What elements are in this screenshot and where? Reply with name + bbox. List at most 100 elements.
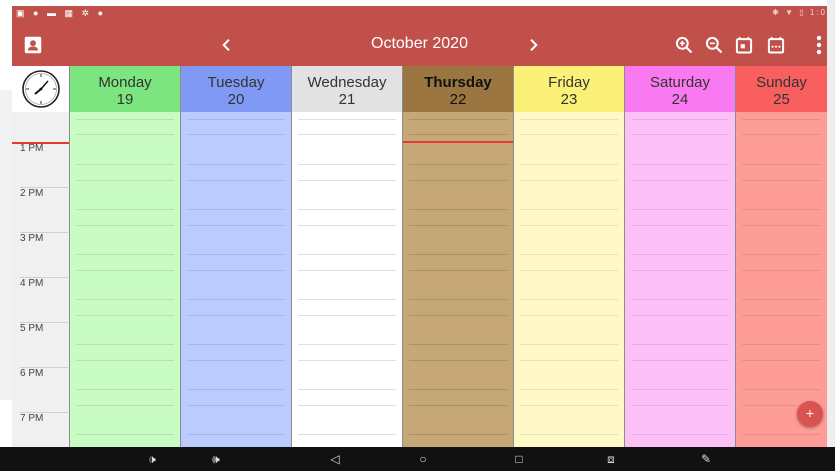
day-column-sunday[interactable] xyxy=(735,112,827,447)
half-slot-line xyxy=(298,180,396,181)
slot-line xyxy=(409,164,507,165)
zoom-in-button[interactable] xyxy=(670,24,698,66)
slot-line xyxy=(298,299,396,300)
slot-line xyxy=(76,389,174,390)
half-slot-line xyxy=(298,225,396,226)
slot-line xyxy=(298,209,396,210)
slot-line xyxy=(631,254,729,255)
day-column-monday[interactable] xyxy=(69,112,180,447)
current-time-indicator xyxy=(12,142,69,144)
message-icon: ▬ xyxy=(46,8,59,18)
slot-line xyxy=(76,119,174,120)
day-header-sunday[interactable]: Sunday 25 xyxy=(735,66,827,112)
grid-icon: ▦ xyxy=(64,8,77,18)
pen-button[interactable]: ✎ xyxy=(694,447,718,471)
time-label: 2 PM xyxy=(20,188,44,199)
day-number: 20 xyxy=(227,91,245,108)
slot-line xyxy=(187,254,285,255)
half-slot-line xyxy=(76,180,174,181)
contacts-button[interactable] xyxy=(18,24,48,66)
half-slot-line xyxy=(187,134,285,135)
half-slot-line xyxy=(76,270,174,271)
slot-line xyxy=(742,344,821,345)
time-column: 1 PM 2 PM 3 PM 4 PM 5 PM 6 PM 7 PM xyxy=(12,112,70,447)
day-header-friday[interactable]: Friday 23 xyxy=(513,66,624,112)
day-column-friday[interactable] xyxy=(513,112,624,447)
slot-line xyxy=(409,299,507,300)
slot-line xyxy=(187,119,285,120)
day-header-saturday[interactable]: Saturday 24 xyxy=(624,66,735,112)
week-header: Monday 19 Tuesday 20 Wednesday 21 Thursday 22 Fr… xyxy=(12,66,827,113)
today-button[interactable] xyxy=(730,24,758,66)
volume-up-button[interactable]: 🕪 xyxy=(204,447,228,471)
location-icon: ● xyxy=(33,8,42,18)
half-slot-line xyxy=(409,225,507,226)
half-slot-line xyxy=(298,405,396,406)
day-name: Tuesday xyxy=(207,74,265,91)
next-week-button[interactable] xyxy=(518,24,548,66)
day-name: Thursday xyxy=(424,74,492,91)
time-label: 4 PM xyxy=(20,278,44,289)
slot-line xyxy=(520,389,618,390)
day-header-wednesday[interactable]: Wednesday 21 xyxy=(291,66,402,112)
day-column-tuesday[interactable] xyxy=(180,112,291,447)
half-slot-line xyxy=(298,134,396,135)
week-view-button[interactable] xyxy=(762,24,790,66)
half-slot-line xyxy=(520,405,618,406)
half-slot-line xyxy=(742,134,821,135)
overflow-menu-button[interactable] xyxy=(812,24,826,66)
system-navigation-bar: 🕩 🕪 ◁ ○ □ ⧈ ✎ xyxy=(0,447,835,471)
recents-icon: □ xyxy=(515,452,523,466)
slot-line xyxy=(631,344,729,345)
half-slot-line xyxy=(187,360,285,361)
day-header-monday[interactable]: Monday 19 xyxy=(69,66,180,112)
half-slot-line xyxy=(298,360,396,361)
slot-line xyxy=(631,119,729,120)
day-column-thursday[interactable] xyxy=(402,112,513,447)
day-number: 23 xyxy=(560,91,578,108)
half-slot-line xyxy=(742,315,821,316)
day-name: Sunday xyxy=(756,74,807,91)
slot-line xyxy=(742,164,821,165)
half-slot-line xyxy=(298,315,396,316)
home-button[interactable]: ○ xyxy=(411,447,435,471)
half-slot-line xyxy=(742,360,821,361)
day-header-thursday[interactable]: Thursday 22 xyxy=(402,66,513,112)
volume-down-icon: 🕩 xyxy=(148,451,156,466)
day-name: Monday xyxy=(98,74,152,91)
half-slot-line xyxy=(742,225,821,226)
add-event-button[interactable]: + xyxy=(797,401,823,427)
half-slot-line xyxy=(409,180,507,181)
recents-button[interactable]: □ xyxy=(507,447,531,471)
half-slot-line xyxy=(742,270,821,271)
slot-line xyxy=(631,209,729,210)
slot-line xyxy=(187,344,285,345)
slot-line xyxy=(298,434,396,435)
day-column-saturday[interactable] xyxy=(624,112,735,447)
slot-line xyxy=(409,254,507,255)
half-slot-line xyxy=(76,134,174,135)
volume-down-button[interactable]: 🕩 xyxy=(140,447,164,471)
half-slot-line xyxy=(187,180,285,181)
slot-line xyxy=(76,344,174,345)
slot-line xyxy=(409,389,507,390)
zoom-out-button[interactable] xyxy=(700,24,728,66)
slot-line xyxy=(298,164,396,165)
slot-line xyxy=(631,434,729,435)
day-column-wednesday[interactable] xyxy=(291,112,402,447)
clock-cell xyxy=(12,66,70,112)
half-slot-line xyxy=(298,270,396,271)
previous-week-button[interactable] xyxy=(212,24,242,66)
day-header-tuesday[interactable]: Tuesday 20 xyxy=(180,66,291,112)
screenshot-button[interactable]: ⧈ xyxy=(599,447,623,471)
slot-line xyxy=(298,119,396,120)
half-slot-line xyxy=(76,225,174,226)
image-icon: ▣ xyxy=(16,8,28,18)
half-slot-line xyxy=(76,315,174,316)
back-button[interactable]: ◁ xyxy=(323,447,347,471)
slot-line xyxy=(631,164,729,165)
slot-line xyxy=(409,344,507,345)
slot-line xyxy=(742,299,821,300)
slot-line xyxy=(520,254,618,255)
day-name: Saturday xyxy=(649,74,711,91)
